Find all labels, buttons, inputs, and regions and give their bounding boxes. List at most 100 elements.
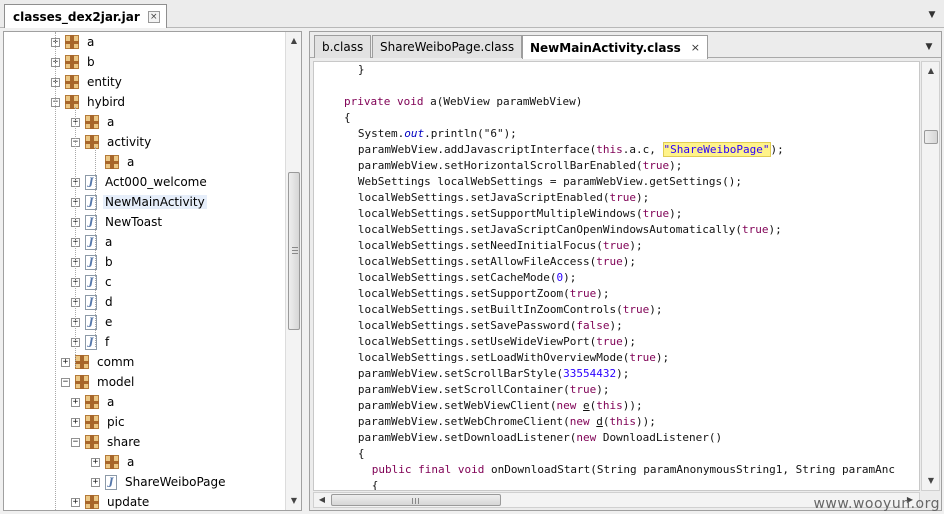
file-tab-bar: classes_dex2jar.jar × ▼ (0, 0, 944, 28)
expand-icon[interactable]: + (71, 417, 80, 427)
code-hscroll-thumb[interactable] (331, 494, 501, 506)
expand-icon[interactable]: + (61, 357, 70, 367)
tree-item[interactable]: a (91, 152, 136, 172)
code-editor-panel: b.class ShareWeiboPage.class NewMainActi… (309, 31, 942, 511)
tree-item[interactable]: + Jf (71, 332, 111, 352)
code-token: paramWebView.setScrollContainer( (357, 383, 570, 396)
tree-item[interactable]: + Jc (71, 272, 114, 292)
editor-tab-menu-icon[interactable]: ▼ (923, 41, 935, 53)
tree-item[interactable]: + J ShareWeiboPage (91, 472, 228, 492)
tree-item-label: Act000_welcome (105, 175, 207, 189)
package-icon (85, 415, 99, 429)
tree-item[interactable]: + b (51, 52, 97, 72)
tree-item[interactable]: − activity (71, 132, 153, 152)
code-token: void (396, 95, 424, 108)
tree-item[interactable]: + Jb (71, 252, 115, 272)
tab-b-class[interactable]: b.class (314, 35, 372, 58)
tree-item-label: entity (87, 75, 122, 89)
scroll-left-icon[interactable]: ◀ (315, 493, 329, 507)
tree-item[interactable]: + update (71, 492, 151, 510)
collapse-icon[interactable]: − (71, 437, 80, 447)
code-token: ); (770, 143, 784, 156)
tree-item[interactable]: + J NewToast (71, 212, 164, 232)
code-token: new (569, 415, 590, 428)
tab-shareweibopage-class[interactable]: ShareWeiboPage.class (372, 35, 523, 58)
code-token: true (596, 335, 623, 348)
editor-tab-bar: b.class ShareWeiboPage.class NewMainActi… (310, 32, 941, 59)
package-icon (65, 75, 79, 89)
tab-label: b.class (322, 40, 364, 54)
scroll-down-icon[interactable]: ▼ (287, 494, 301, 508)
tree-item-label: a (107, 395, 115, 409)
expand-icon[interactable]: + (91, 457, 100, 467)
code-line: paramWebView.setScrollContainer(true); (358, 382, 610, 398)
tree-item[interactable]: − hybird (51, 92, 127, 112)
tree-guide-line (75, 107, 76, 367)
code-token: true (602, 239, 630, 252)
expand-icon[interactable]: + (71, 397, 80, 407)
code-token: final (418, 463, 452, 476)
code-token: )); (622, 399, 643, 412)
code-token: localWebSettings.setJavaScriptCanOpenWin… (357, 223, 742, 236)
tree-item[interactable]: + entity (51, 72, 124, 92)
code-token: new (556, 399, 577, 412)
code-line: paramWebView.setScrollBarStyle(33554432)… (358, 366, 630, 382)
scroll-up-icon[interactable]: ▲ (287, 34, 301, 48)
code-token: new (576, 431, 597, 444)
scroll-down-icon[interactable]: ▼ (924, 474, 938, 488)
tree-item[interactable]: + Jd (71, 292, 115, 312)
tree-item-label: a (127, 155, 135, 169)
tree-item[interactable]: + a (91, 452, 136, 472)
code-vertical-scrollbar[interactable]: ▲ ▼ (921, 61, 940, 491)
tree-item-label: d (105, 295, 113, 309)
tree-item[interactable]: − model (61, 372, 136, 392)
class-tree-panel: + a + b + entity − hybird + a − activity a + J Act000_w… (3, 31, 302, 511)
tree-item[interactable]: + a (71, 112, 116, 132)
code-token: ); (768, 223, 782, 236)
code-line: localWebSettings.setSupportMultipleWindo… (358, 206, 683, 222)
code-line: System.out.println("6"); (358, 126, 517, 142)
code-token: localWebSettings.setSupportZoom( (357, 287, 570, 300)
close-icon[interactable]: × (147, 10, 160, 23)
source-code-view[interactable]: } private void a(WebView paramWebView){Sy… (313, 61, 920, 491)
code-token: System. (357, 127, 405, 140)
code-scroll-thumb[interactable] (924, 130, 938, 144)
package-icon (85, 435, 99, 449)
close-icon[interactable]: × (691, 41, 700, 54)
tree-item-label: a (107, 115, 115, 129)
tree-item[interactable]: + J Act000_welcome (71, 172, 209, 192)
package-icon (105, 155, 119, 169)
code-line: localWebSettings.setJavaScriptCanOpenWin… (358, 222, 782, 238)
code-token: paramWebView.setScrollBarStyle( (357, 367, 564, 380)
tree-item[interactable]: + pic (71, 412, 127, 432)
tree-item[interactable]: + J NewMainActivity (71, 192, 207, 212)
watermark: www.wooyun.org (813, 496, 940, 512)
tree-item[interactable]: − share (71, 432, 142, 452)
tree-scroll-thumb[interactable] (288, 172, 300, 330)
tree-item[interactable]: + Ja (71, 232, 114, 252)
tree-item[interactable]: + Je (71, 312, 114, 332)
tree-item[interactable]: + a (71, 392, 116, 412)
tree-item-label: a (105, 235, 113, 249)
java-file-icon: J (105, 474, 117, 490)
code-token: this (596, 143, 623, 156)
file-tab-classes-dex2jar[interactable]: classes_dex2jar.jar × (4, 4, 167, 28)
code-token: false (576, 319, 610, 332)
expand-icon[interactable]: + (71, 497, 80, 507)
tree-vertical-scrollbar[interactable]: ▲ ▼ (285, 32, 301, 510)
tree-guide-line (95, 147, 96, 347)
tree-item-label: c (105, 275, 112, 289)
code-token: true (596, 255, 623, 268)
code-token: localWebSettings.setSupportMultipleWindo… (357, 207, 643, 220)
file-tab-menu-icon[interactable]: ▼ (926, 9, 938, 21)
tab-newmainactivity-class[interactable]: NewMainActivity.class × (522, 35, 708, 59)
scroll-up-icon[interactable]: ▲ (924, 64, 938, 78)
tree-item[interactable]: + comm (61, 352, 136, 372)
collapse-icon[interactable]: − (61, 377, 70, 387)
expand-icon[interactable]: + (91, 477, 100, 487)
tree-item[interactable]: + a (51, 32, 96, 52)
code-token: ); (622, 335, 637, 348)
tree-item-label: ShareWeiboPage (125, 475, 226, 489)
